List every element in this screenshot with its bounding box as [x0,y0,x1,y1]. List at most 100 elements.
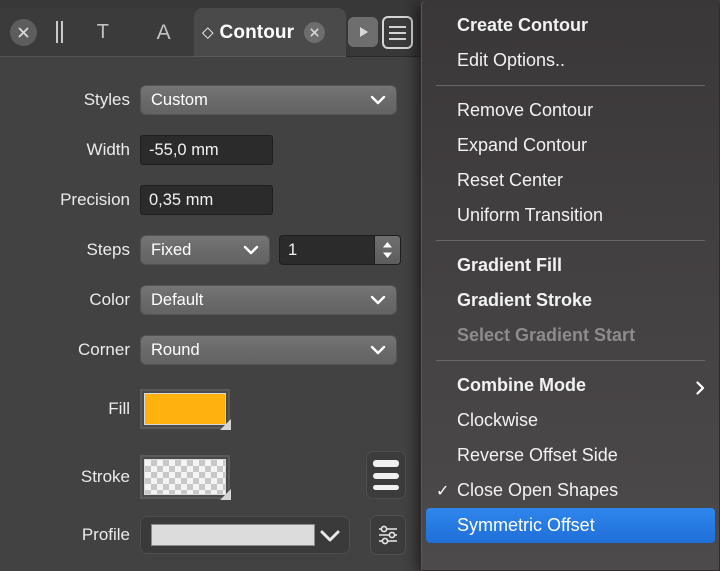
font-tool-icon: A [156,20,171,44]
menu-item-clockwise[interactable]: Clockwise [422,403,719,438]
fill-color-swatch[interactable] [140,389,231,430]
color-value: Default [151,290,204,309]
menu-separator [436,360,705,361]
stroke-line-thick [373,460,399,467]
menu-item-label: Symmetric Offset [457,515,595,535]
menu-item-reverse-offset-side[interactable]: Reverse Offset Side [422,438,719,473]
precision-input[interactable]: 0,35 mm [140,185,273,215]
tab-contour[interactable]: ◇ Contour [194,8,346,57]
menu-item-reset-center[interactable]: Reset Center [422,163,719,198]
color-dropdown[interactable]: Default [140,285,397,315]
sliders-icon [379,525,397,545]
color-label: Color [89,290,130,309]
menu-item-gradient-fill[interactable]: Gradient Fill [422,248,719,283]
close-tool-button[interactable] [0,8,48,57]
steps-mode-value: Fixed [151,240,192,259]
contour-panel-window: T A ◇ Contour Styles Custom Width -55,0 … [0,0,720,571]
corner-label: Corner [78,340,130,359]
steps-count-stepper[interactable]: 1 [279,235,401,265]
menu-item-label: Select Gradient Start [457,325,636,345]
contour-properties-panel: Styles Custom Width -55,0 mm Precision 0… [0,57,420,571]
play-icon [360,27,368,37]
row-steps: Steps Fixed 1 [0,233,420,267]
hamburger-line [389,25,406,28]
chevron-down-icon [370,95,386,105]
menu-item-label: Gradient Fill [457,255,563,275]
menu-item-label: Uniform Transition [457,205,604,225]
menu-separator [436,240,705,241]
diamond-icon: ◇ [202,23,214,41]
chevron-right-icon [696,379,705,395]
corner-value: Round [151,340,200,359]
precision-value: 0,35 mm [149,190,214,209]
play-button[interactable] [348,17,378,47]
chevron-down-icon [370,345,386,355]
fill-label: Fill [108,399,130,418]
menu-item-edit-options[interactable]: Edit Options.. [422,43,719,78]
menu-item-create-contour[interactable]: Create Contour [422,8,719,43]
stroke-swatch-inner [144,459,226,495]
steps-mode-dropdown[interactable]: Fixed [140,235,270,265]
menu-item-combine-mode[interactable]: Combine Mode [422,368,719,403]
styles-value: Custom [151,90,208,109]
row-corner: Corner Round [0,333,420,367]
fill-swatch-color [145,394,225,424]
profile-preview-bar [151,524,315,546]
hamburger-line [389,31,406,34]
menu-item-label: Reverse Offset Side [457,445,618,465]
row-width: Width -55,0 mm [0,133,420,167]
menu-item-gradient-stroke[interactable]: Gradient Stroke [422,283,719,318]
steps-count-value: 1 [288,240,298,259]
toolbar: T A ◇ Contour [0,0,420,57]
tab-contour-label: Contour [219,21,295,43]
tab-close-icon[interactable] [304,22,326,43]
row-fill: Fill [0,387,420,431]
styles-dropdown[interactable]: Custom [140,85,397,115]
panel-menu-button[interactable] [382,16,413,49]
text-tool-button[interactable]: T [72,8,134,57]
menu-item-label: Reset Center [457,170,564,190]
profile-label: Profile [81,525,130,544]
width-label: Width [86,140,130,159]
menu-item-label: Expand Contour [457,135,588,155]
stepper-arrows-icon[interactable] [374,236,400,264]
font-tool-button[interactable]: A [133,8,194,57]
menu-item-label: Combine Mode [457,375,586,395]
stroke-label: Stroke [80,467,130,486]
corner-dropdown[interactable]: Round [140,335,397,365]
pause-divider-button[interactable] [47,8,73,57]
stroke-line-thin [373,485,399,490]
profile-dropdown[interactable] [140,516,350,554]
text-tool-icon: T [96,21,109,43]
menu-item-label: Gradient Stroke [457,290,593,310]
menu-item-uniform-transition[interactable]: Uniform Transition [422,198,719,233]
steps-label: Steps [86,240,130,259]
menu-item-label: Clockwise [457,410,539,430]
hamburger-line [389,37,406,40]
precision-label: Precision [60,190,130,209]
profile-settings-button[interactable] [370,515,406,555]
chevron-down-icon[interactable] [315,529,345,542]
menu-item-expand-contour[interactable]: Expand Contour [422,128,719,163]
row-color: Color Default [0,283,420,317]
menu-item-select-gradient-start: Select Gradient Start [422,318,719,353]
menu-item-close-open-shapes[interactable]: ✓ Close Open Shapes [422,473,719,508]
menu-item-symmetric-offset[interactable]: Symmetric Offset [426,508,715,543]
width-value: -55,0 mm [149,140,219,159]
menu-item-label: Remove Contour [457,100,594,120]
swatch-corner-marker-icon [220,489,231,500]
contour-context-menu[interactable]: Create Contour Edit Options.. Remove Conto… [421,0,720,571]
fill-swatch-inner [144,393,226,425]
menu-item-remove-contour[interactable]: Remove Contour [422,93,719,128]
width-input[interactable]: -55,0 mm [140,135,273,165]
stroke-options-button[interactable] [366,451,406,499]
row-stroke: Stroke [0,451,420,501]
chevron-down-icon [243,245,259,255]
transparent-checker-pattern [145,460,225,494]
menu-item-label: Close Open Shapes [457,480,619,500]
row-precision: Precision 0,35 mm [0,183,420,217]
menu-item-label: Create Contour [457,15,589,35]
close-circle-icon[interactable] [10,18,38,46]
pause-divider-icon [56,21,64,43]
stroke-color-swatch[interactable] [140,455,231,500]
